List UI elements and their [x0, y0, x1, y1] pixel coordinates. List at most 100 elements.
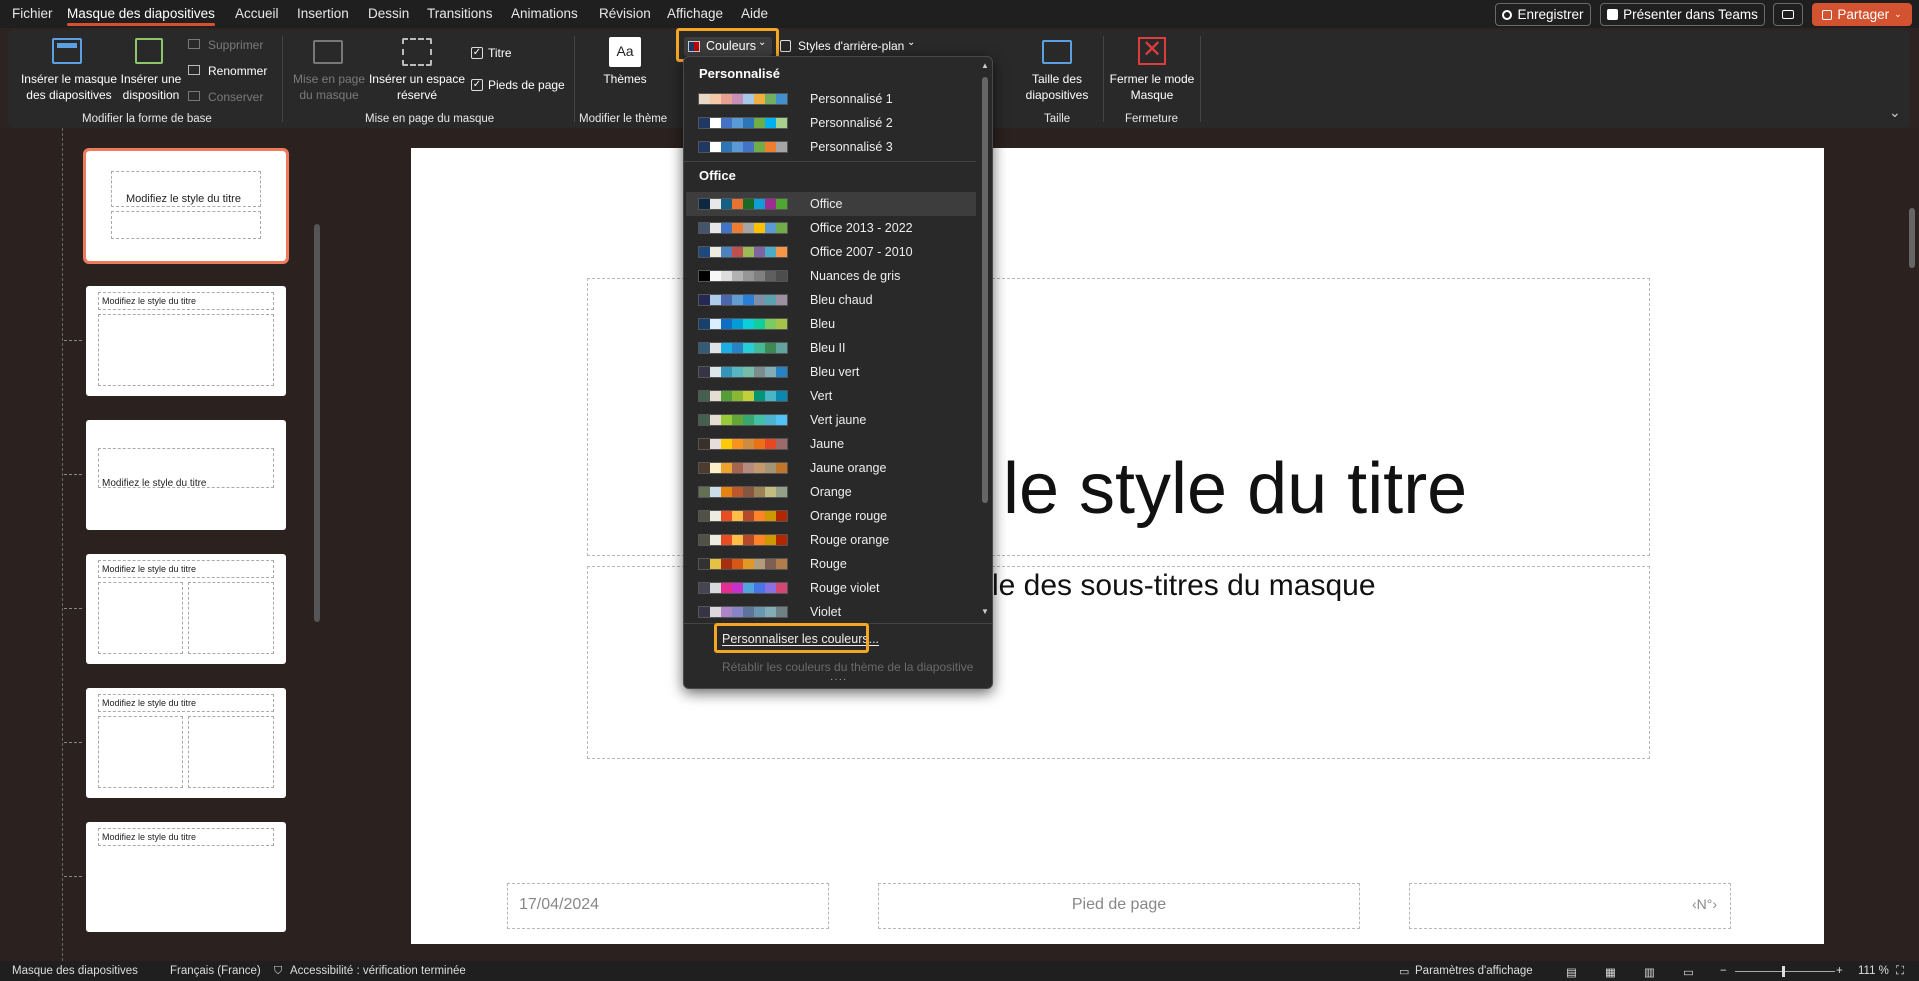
scrollbar-thumb[interactable]: [1909, 208, 1915, 268]
master-layout-button[interactable]: Mise en page du masque: [290, 71, 368, 103]
zoom-slider-handle[interactable]: [1782, 966, 1785, 977]
resize-grip-icon[interactable]: ····: [830, 674, 847, 685]
color-swatch: [721, 487, 732, 497]
color-swatch: [710, 343, 721, 353]
color-option[interactable]: Jaune: [686, 432, 976, 456]
zoom-out-icon[interactable]: −: [1720, 965, 1727, 977]
color-swatch: [776, 271, 787, 281]
menu-revision[interactable]: Révision: [599, 6, 651, 21]
color-option-custom-2[interactable]: Personnalisé 2: [686, 111, 976, 135]
display-settings-button[interactable]: Paramètres d'affichage: [1415, 965, 1533, 977]
color-option-name: Orange: [810, 485, 852, 499]
color-swatch: [743, 463, 754, 473]
color-swatch: [743, 559, 754, 569]
menu-aide[interactable]: Aide: [741, 6, 768, 21]
delete-button[interactable]: Supprimer: [208, 37, 263, 53]
rename-button[interactable]: Renommer: [208, 63, 267, 79]
color-option[interactable]: Bleu II: [686, 336, 976, 360]
color-option[interactable]: Vert: [686, 384, 976, 408]
zoom-level[interactable]: 111 %: [1858, 965, 1889, 977]
thumbnail-layout-3[interactable]: Modifiez le style du titre: [86, 554, 286, 664]
ribbon-separator: [1200, 36, 1201, 122]
slide-size-button[interactable]: Taille des diapositives: [1015, 71, 1099, 103]
themes-button[interactable]: Thèmes: [596, 71, 654, 87]
slide-sorter-icon[interactable]: ▦: [1605, 965, 1616, 979]
teams-present-button[interactable]: Présenter dans Teams: [1600, 3, 1765, 26]
share-button[interactable]: Partager ⌄: [1812, 3, 1912, 26]
color-swatch: [754, 142, 765, 152]
menu-masque-diapositives[interactable]: Masque des diapositives: [67, 6, 215, 26]
color-option[interactable]: Office: [686, 192, 976, 216]
menu-transitions[interactable]: Transitions: [427, 6, 493, 21]
color-swatch: [754, 247, 765, 257]
insert-placeholder-button[interactable]: Insérer un espace réservé: [368, 71, 466, 103]
color-option[interactable]: Office 2013 - 2022: [686, 216, 976, 240]
insert-layout-button[interactable]: Insérer une disposition: [118, 71, 184, 103]
color-option[interactable]: Orange rouge: [686, 504, 976, 528]
color-option[interactable]: Bleu vert: [686, 360, 976, 384]
collapse-ribbon-icon[interactable]: ⌄: [1889, 104, 1901, 121]
comments-button[interactable]: [1773, 3, 1803, 26]
fit-slide-icon[interactable]: ⛶: [1896, 965, 1904, 978]
insert-master-button[interactable]: Insérer le masque des diapositives: [18, 71, 120, 103]
thumbnail-layout-1[interactable]: Modifiez le style du titre: [86, 286, 286, 396]
slide-scrollbar[interactable]: [1906, 128, 1918, 961]
color-option[interactable]: Violet: [686, 600, 976, 624]
menu-fichier[interactable]: Fichier: [12, 6, 53, 21]
reading-view-icon[interactable]: ▥: [1644, 965, 1655, 979]
menu-affichage[interactable]: Affichage: [667, 6, 723, 21]
footers-checkbox[interactable]: ✓: [471, 79, 483, 91]
status-bar: Masque des diapositives Français (France…: [0, 961, 1919, 981]
menu-dessin[interactable]: Dessin: [368, 6, 409, 21]
color-option[interactable]: Nuances de gris: [686, 264, 976, 288]
color-option[interactable]: Jaune orange: [686, 456, 976, 480]
slide-canvas[interactable]: z le style du titre yle des sous-titres …: [411, 148, 1824, 944]
color-option[interactable]: Bleu chaud: [686, 288, 976, 312]
color-option[interactable]: Vert jaune: [686, 408, 976, 432]
tree-tick: [64, 742, 82, 743]
color-option[interactable]: Bleu: [686, 312, 976, 336]
color-swatch: [732, 199, 743, 209]
accessibility-icon: ⛉: [274, 965, 283, 977]
scrollbar-thumb[interactable]: [982, 77, 988, 503]
color-swatch: [699, 343, 710, 353]
scroll-down-icon[interactable]: ▼: [981, 607, 989, 616]
thumbnail-layout-4[interactable]: Modifiez le style du titre: [86, 688, 286, 798]
slideshow-icon[interactable]: ▭: [1683, 965, 1694, 979]
color-swatch: [765, 94, 776, 104]
menu-insertion[interactable]: Insertion: [297, 6, 349, 21]
status-accessibility[interactable]: Accessibilité : vérification terminée: [290, 965, 466, 977]
color-option[interactable]: Rouge orange: [686, 528, 976, 552]
zoom-slider[interactable]: [1735, 966, 1835, 977]
menu-animations[interactable]: Animations: [511, 6, 578, 21]
color-option-custom-3[interactable]: Personnalisé 3: [686, 135, 976, 159]
color-option-custom-1[interactable]: Personnalisé 1: [686, 87, 976, 111]
color-swatch: [765, 463, 776, 473]
status-language[interactable]: Français (France): [170, 965, 261, 977]
menu-accueil[interactable]: Accueil: [235, 6, 279, 21]
background-styles-button[interactable]: Styles d'arrière-plan: [798, 38, 904, 54]
title-checkbox[interactable]: ✓: [471, 47, 483, 59]
zoom-in-icon[interactable]: +: [1836, 965, 1843, 977]
color-option[interactable]: Rouge violet: [686, 576, 976, 600]
color-option[interactable]: Office 2007 - 2010: [686, 240, 976, 264]
color-swatch: [765, 607, 776, 617]
normal-view-icon[interactable]: ▤: [1566, 965, 1577, 979]
color-option[interactable]: Orange: [686, 480, 976, 504]
scroll-up-icon[interactable]: ▲: [981, 61, 989, 70]
color-option[interactable]: Rouge: [686, 552, 976, 576]
dropdown-scrollbar[interactable]: ▲ ▼: [980, 61, 990, 619]
save-button[interactable]: Enregistrer: [1495, 3, 1591, 26]
color-option-name: Bleu vert: [810, 365, 860, 379]
thumbnail-scrollbar[interactable]: [312, 128, 322, 961]
thumbnail-layout-5[interactable]: Modifiez le style du titre: [86, 822, 286, 932]
color-option-name: Vert jaune: [810, 413, 867, 427]
color-swatch: [743, 319, 754, 329]
slide-number: ‹N°›: [1691, 896, 1717, 912]
chevron-down-icon: ⌄: [1894, 9, 1902, 19]
preserve-button[interactable]: Conserver: [208, 89, 263, 105]
close-master-button[interactable]: Fermer le mode Masque: [1109, 71, 1195, 103]
thumbnail-master[interactable]: Modifiez le style du titre: [83, 148, 289, 264]
thumbnail-layout-2[interactable]: Modifiez le style du titre: [86, 420, 286, 530]
scrollbar-thumb[interactable]: [314, 224, 320, 622]
